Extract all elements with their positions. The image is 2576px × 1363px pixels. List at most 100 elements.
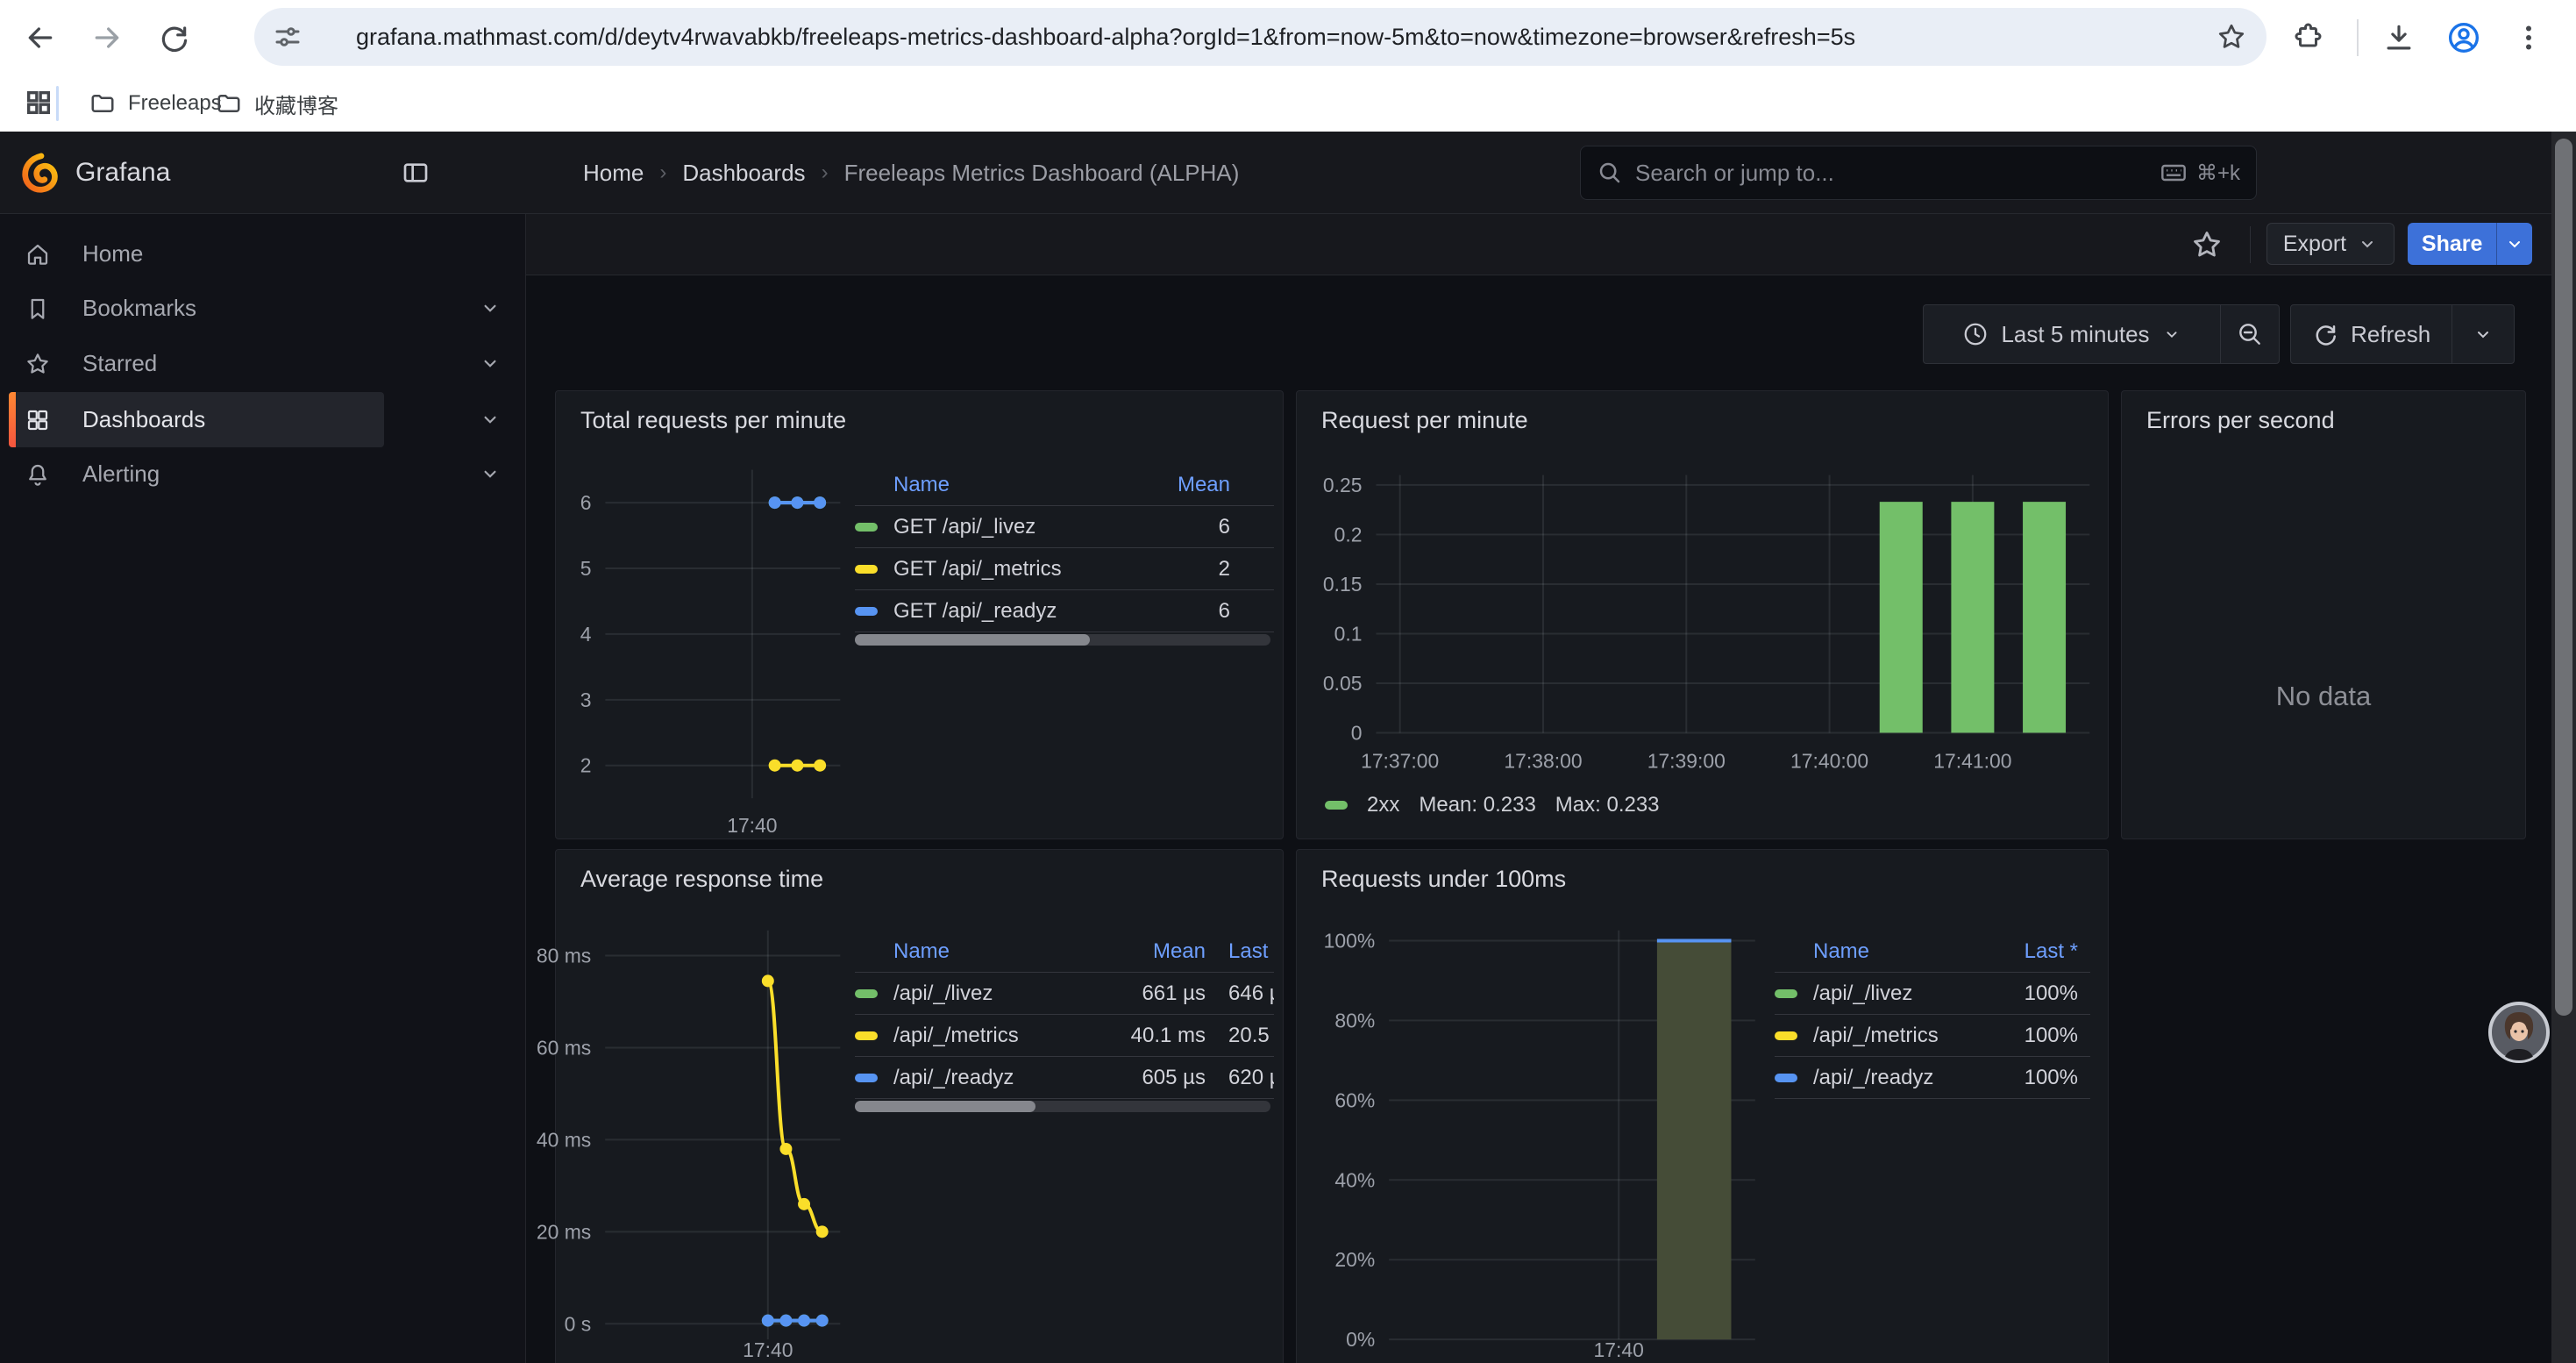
svg-text:17:40:00: 17:40:00 (1790, 749, 1868, 772)
svg-text:0.1: 0.1 (1334, 622, 1363, 645)
chevron-down-icon[interactable] (479, 462, 502, 485)
legend-scrollbar[interactable] (855, 1101, 1270, 1112)
svg-text:60%: 60% (1334, 1088, 1375, 1111)
svg-text:40%: 40% (1334, 1168, 1375, 1191)
svg-text:4: 4 (580, 623, 592, 646)
svg-text:5: 5 (580, 557, 592, 580)
series-swatch (1325, 801, 1348, 810)
chevron-down-icon (2473, 324, 2494, 345)
browser-chrome: grafana.mathmast.com/d/deytv4rwavabkb/fr… (0, 0, 2576, 132)
sidebar: Home Bookmarks Starred Dashboards Alerti… (0, 214, 526, 1363)
svg-text:17:39:00: 17:39:00 (1647, 749, 1726, 772)
bookmark-star-icon[interactable] (2216, 21, 2247, 53)
back-icon (23, 20, 58, 55)
dock-sidebar-toggle-icon[interactable] (402, 159, 430, 187)
forward-button[interactable] (88, 18, 126, 57)
svg-text:60 ms: 60 ms (537, 1036, 591, 1059)
download-icon (2382, 21, 2416, 54)
sidebar-item-dashboards[interactable]: Dashboards (9, 392, 384, 447)
star-icon (25, 351, 51, 377)
svg-text:20%: 20% (1334, 1248, 1375, 1271)
downloads-button[interactable] (2380, 18, 2418, 57)
chevron-down-icon (2357, 233, 2378, 254)
series-mean: Mean: 0.233 (1419, 793, 1535, 817)
chevron-down-icon[interactable] (479, 296, 502, 319)
toolbar-divider (2357, 19, 2359, 56)
page-scrollbar[interactable] (2551, 132, 2576, 1363)
search-shortcut: ⌘+k (2160, 159, 2240, 187)
share-button[interactable]: Share (2408, 223, 2496, 265)
sidebar-item-home[interactable]: Home (9, 226, 384, 282)
svg-text:17:37:00: 17:37:00 (1361, 749, 1439, 772)
svg-text:0 s: 0 s (565, 1312, 592, 1335)
url-bar[interactable]: grafana.mathmast.com/d/deytv4rwavabkb/fr… (254, 8, 2266, 66)
legend-row: /api/_/readyz100% (1775, 1057, 2090, 1099)
bookmark-icon (25, 296, 51, 322)
chart-requests-under-100ms[interactable]: 0%20%40%60%80%100%17:40 (1297, 850, 2108, 1363)
panel-average-response-time: Average response time 0 s20 ms40 ms60 ms… (555, 849, 1284, 1363)
time-range-label: Last 5 minutes (2001, 321, 2149, 348)
svg-text:3: 3 (580, 689, 592, 711)
breadcrumb-dashboards[interactable]: Dashboards (682, 160, 805, 187)
time-range-picker[interactable]: Last 5 minutes (1924, 305, 2220, 363)
breadcrumb-home[interactable]: Home (583, 160, 644, 187)
legend-row[interactable]: 2xx Mean: 0.233 Max: 0.233 (1325, 793, 1660, 817)
reload-icon (157, 21, 190, 54)
floating-assistant-avatar[interactable] (2488, 1002, 2550, 1063)
series-name: 2xx (1367, 793, 1399, 817)
panel-request-per-minute: Request per minute 00.050.10.150.20.2517… (1296, 390, 2109, 839)
reload-button[interactable] (154, 18, 193, 57)
zoom-out-button[interactable] (2221, 305, 2279, 363)
search-input[interactable]: Search or jump to... ⌘+k (1580, 146, 2257, 200)
sidebar-item-bookmarks[interactable]: Bookmarks (9, 281, 384, 336)
extensions-button[interactable] (2290, 18, 2329, 57)
browser-menu-button[interactable] (2509, 18, 2548, 57)
sidebar-item-alerting[interactable]: Alerting (9, 446, 384, 502)
legend-table[interactable]: NameLast */api/_/livez100%/api/_/metrics… (1775, 931, 2090, 1099)
brand-name[interactable]: Grafana (75, 132, 170, 214)
chart-request-per-minute[interactable]: 00.050.10.150.20.2517:37:0017:38:0017:39… (1297, 391, 2108, 838)
site-settings-icon[interactable] (272, 21, 303, 53)
export-button[interactable]: Export (2266, 223, 2395, 265)
dashboards-grid-icon (25, 407, 51, 433)
time-range-group: Last 5 minutes (1923, 304, 2280, 364)
bookmark-folder-blogs[interactable]: 收藏博客 (203, 82, 351, 125)
legend-row: /api/_/metrics40.1 ms20.5 ms (855, 1015, 1274, 1057)
search-placeholder: Search or jump to... (1635, 160, 2160, 187)
toolbar-divider (2250, 226, 2251, 263)
forward-icon (89, 20, 125, 55)
share-dropdown-button[interactable] (2496, 223, 2532, 265)
legend-scrollbar[interactable] (855, 634, 1270, 646)
profile-button[interactable] (2444, 18, 2483, 57)
refresh-button[interactable]: Refresh (2291, 305, 2451, 363)
favorite-star-button[interactable] (2190, 228, 2224, 261)
legend-table[interactable]: NameMeanGET /api/_livez6GET /api/_metric… (855, 464, 1274, 632)
no-data-message: No data (2122, 681, 2525, 712)
svg-text:17:38:00: 17:38:00 (1504, 749, 1582, 772)
legend-row: /api/_/livez100% (1775, 973, 2090, 1015)
svg-text:17:40: 17:40 (727, 814, 777, 837)
home-icon (25, 241, 51, 268)
legend-table[interactable]: NameMeanLast */api/_/livez661 µs646 µs/a… (855, 931, 1274, 1099)
sidebar-item-label: Dashboards (82, 406, 205, 433)
refresh-interval-dropdown[interactable] (2452, 305, 2514, 363)
back-button[interactable] (21, 18, 60, 57)
keyboard-icon (2160, 159, 2188, 187)
sidebar-item-starred[interactable]: Starred (9, 336, 384, 391)
apps-button[interactable] (19, 83, 58, 122)
scrollbar-thumb[interactable] (2555, 139, 2572, 1016)
panel-total-requests: Total requests per minute 2345617:40 Nam… (555, 390, 1284, 839)
panel-title[interactable]: Errors per second (2146, 407, 2335, 434)
panel-errors-per-second: Errors per second No data (2121, 390, 2526, 839)
legend-row: GET /api/_metrics2 (855, 548, 1274, 590)
refresh-group: Refresh (2290, 304, 2515, 364)
grafana-logo[interactable] (21, 153, 61, 193)
legend-row: GET /api/_readyz6 (855, 590, 1274, 632)
svg-text:2: 2 (580, 754, 592, 777)
extensions-puzzle-icon (2294, 22, 2325, 54)
sidebar-item-label: Alerting (82, 460, 160, 488)
chevron-down-icon[interactable] (479, 408, 502, 431)
svg-text:20 ms: 20 ms (537, 1220, 591, 1243)
chevron-down-icon[interactable] (479, 352, 502, 375)
legend-row: GET /api/_livez6 (855, 506, 1274, 548)
